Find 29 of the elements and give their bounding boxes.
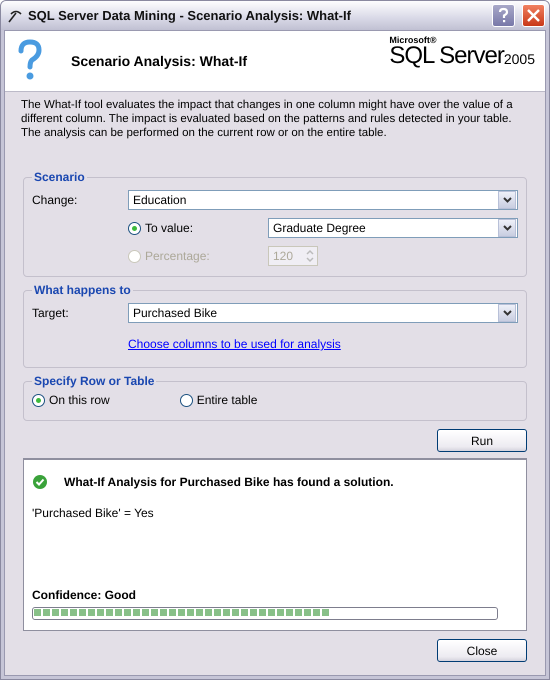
page-title: Scenario Analysis: What-If [71,53,248,69]
result-headline: What-If Analysis for Purchased Bike has found a solution. [64,475,394,489]
value-dropdown[interactable]: Graduate Degree [268,218,518,238]
caret-icon [502,310,512,316]
logo-version: 2005 [504,51,535,67]
group-title: Specify Row or Table [33,374,156,388]
radio-option[interactable]: Entire table [180,393,258,407]
description-text: The What-If tool evaluates the impact that changes in one column might have over the value of a different column. The impact is evaluated based on the patterns and rules detected in your table. The analysis can be performed on the current row or on the entire table. [21,98,514,140]
pickaxe-icon [7,8,23,24]
logo-product: SQL Server [389,42,504,70]
target-label: Target: [32,306,70,320]
radio-option[interactable]: On this row [32,393,110,407]
help-button[interactable] [492,4,515,27]
change-dropdown[interactable]: Education [128,190,518,210]
choose-columns-link[interactable]: Choose columns to be used for analysis [128,337,341,351]
change-label: Change: [32,193,78,207]
group-title: What happens to [33,283,132,297]
logo-maker: Microsoft® [389,35,438,45]
confidence-label: Confidence: Good [32,588,137,602]
run-button[interactable]: Run [437,429,527,452]
close-dialog-button[interactable]: Close [437,639,527,662]
caret-icon [502,197,512,203]
result-detail: 'Purchased Bike' = Yes [32,506,155,520]
close-button[interactable] [522,4,545,27]
caret-icon [502,225,512,231]
group-title: Scenario [33,170,86,184]
radio-option[interactable]: To value: [128,221,268,235]
target-dropdown[interactable]: Purchased Bike [128,303,518,323]
window-title: SQL Server Data Mining - Scenario Analysis: What-If [28,8,352,23]
